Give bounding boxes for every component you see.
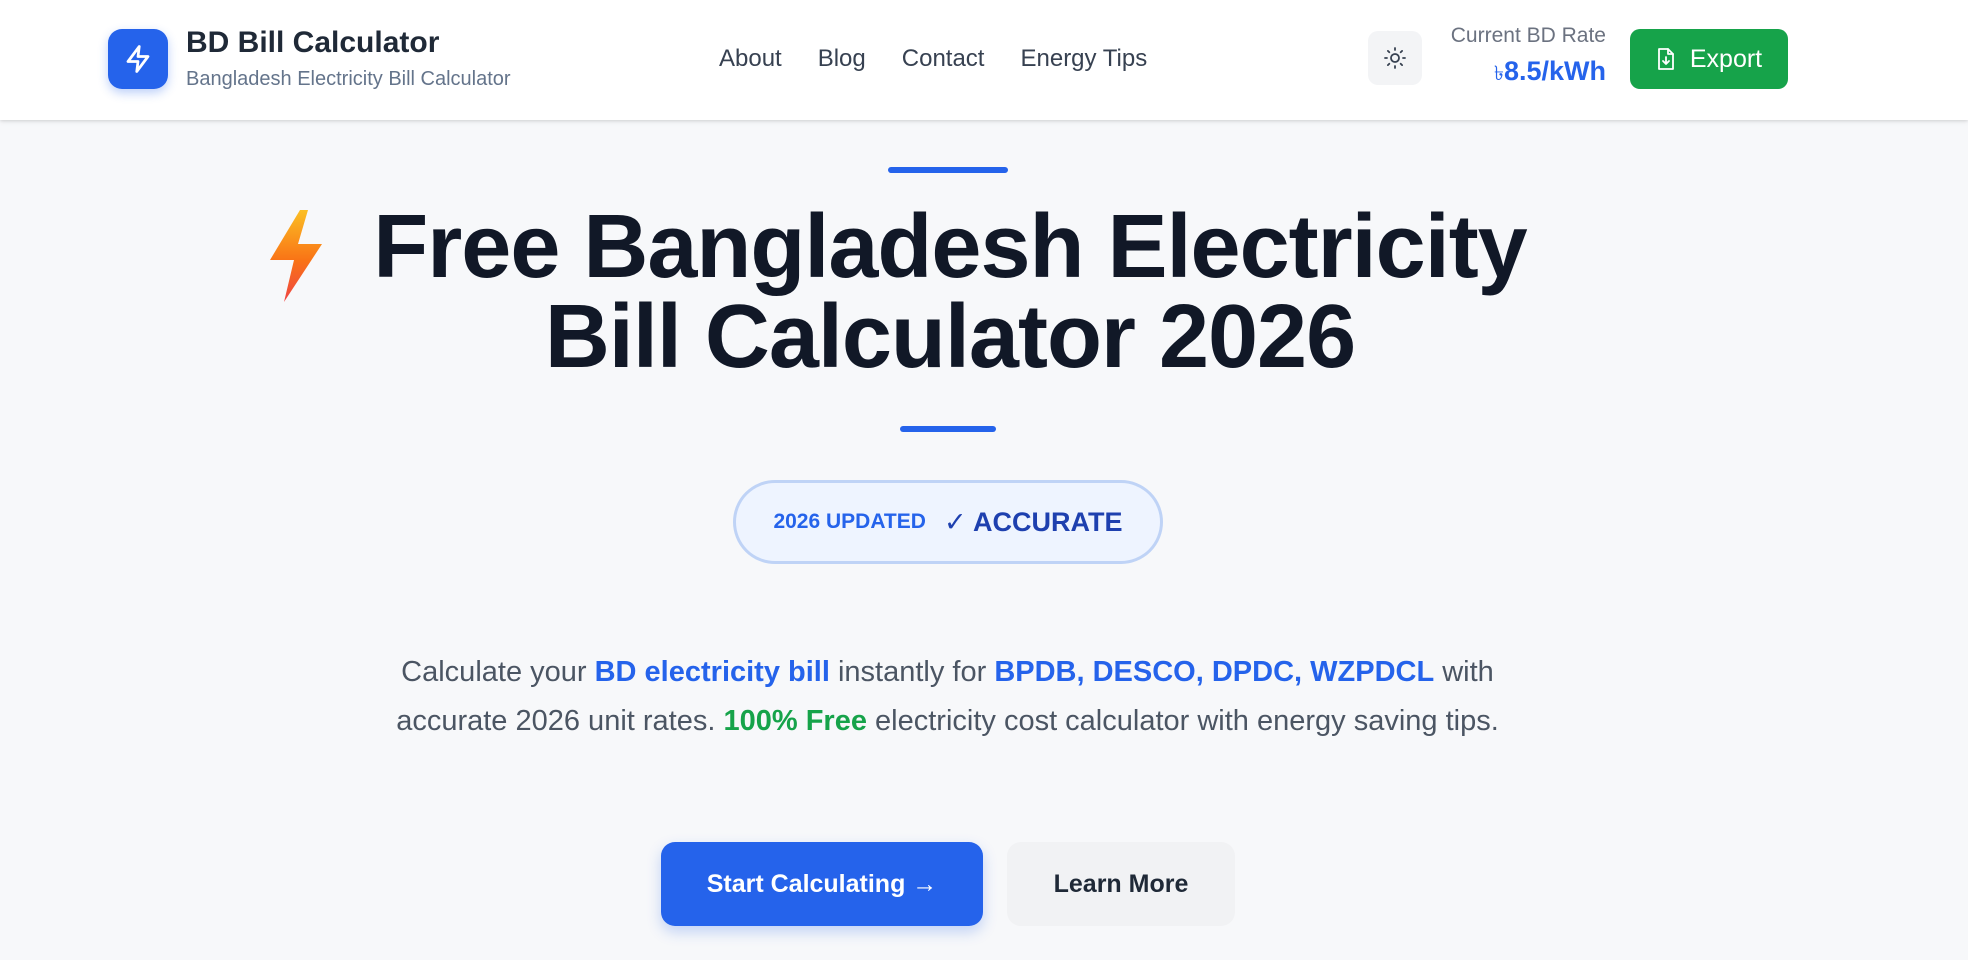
desc-highlight-free: 100% Free	[723, 705, 867, 737]
export-button[interactable]: Export	[1630, 29, 1788, 89]
brand-subtitle: Bangladesh Electricity Bill Calculator	[186, 68, 511, 90]
lightning-bolt-icon	[126, 45, 150, 73]
rate-label: Current BD Rate	[1450, 24, 1606, 47]
brand-title[interactable]: BD Bill Calculator	[186, 26, 439, 60]
sun-icon	[1384, 47, 1406, 69]
main-nav: About Blog Contact Energy Tips	[719, 45, 1147, 73]
export-label: Export	[1689, 44, 1763, 73]
hero-description: Calculate your BD electricity bill insta…	[360, 648, 1535, 746]
nav-energy-tips[interactable]: Energy Tips	[1020, 45, 1147, 73]
badge-accurate-text: ✓ ACCURATE	[943, 506, 1123, 537]
desc-text: Calculate your	[401, 656, 595, 688]
nav-contact[interactable]: Contact	[902, 45, 985, 73]
top-header: BD Bill Calculator Bangladesh Electricit…	[0, 0, 1968, 120]
rate-value: ৳8.5/kWh	[1494, 56, 1606, 92]
desc-text: instantly for	[829, 656, 995, 688]
logo[interactable]	[108, 29, 168, 89]
desc-highlight-bill: BD electricity bill	[594, 656, 830, 688]
nav-about[interactable]: About	[719, 45, 782, 73]
decorative-line-bottom	[900, 426, 996, 432]
desc-highlight-providers: BPDB, DESCO, DPDC, WZPDCL	[994, 656, 1435, 688]
nav-blog[interactable]: Blog	[818, 45, 866, 73]
decorative-line-top	[888, 167, 1008, 173]
accuracy-badge: 2026 UPDATED ✓ ACCURATE	[733, 480, 1163, 564]
lightning-emoji-icon	[270, 210, 322, 302]
badge-updated-text: 2026 UPDATED	[773, 510, 926, 533]
start-calculating-button[interactable]: Start Calculating →	[661, 842, 983, 926]
rate-amount: 8.5/kWh	[1503, 56, 1606, 86]
desc-text: electricity cost calculator with energy …	[866, 705, 1499, 737]
hero-title: Free Bangladesh Electricity Bill Calcula…	[373, 197, 1527, 387]
theme-toggle-button[interactable]	[1368, 31, 1422, 85]
file-download-icon	[1657, 48, 1674, 70]
currency-symbol: ৳	[1494, 63, 1504, 85]
learn-more-button[interactable]: Learn More	[1007, 842, 1235, 926]
